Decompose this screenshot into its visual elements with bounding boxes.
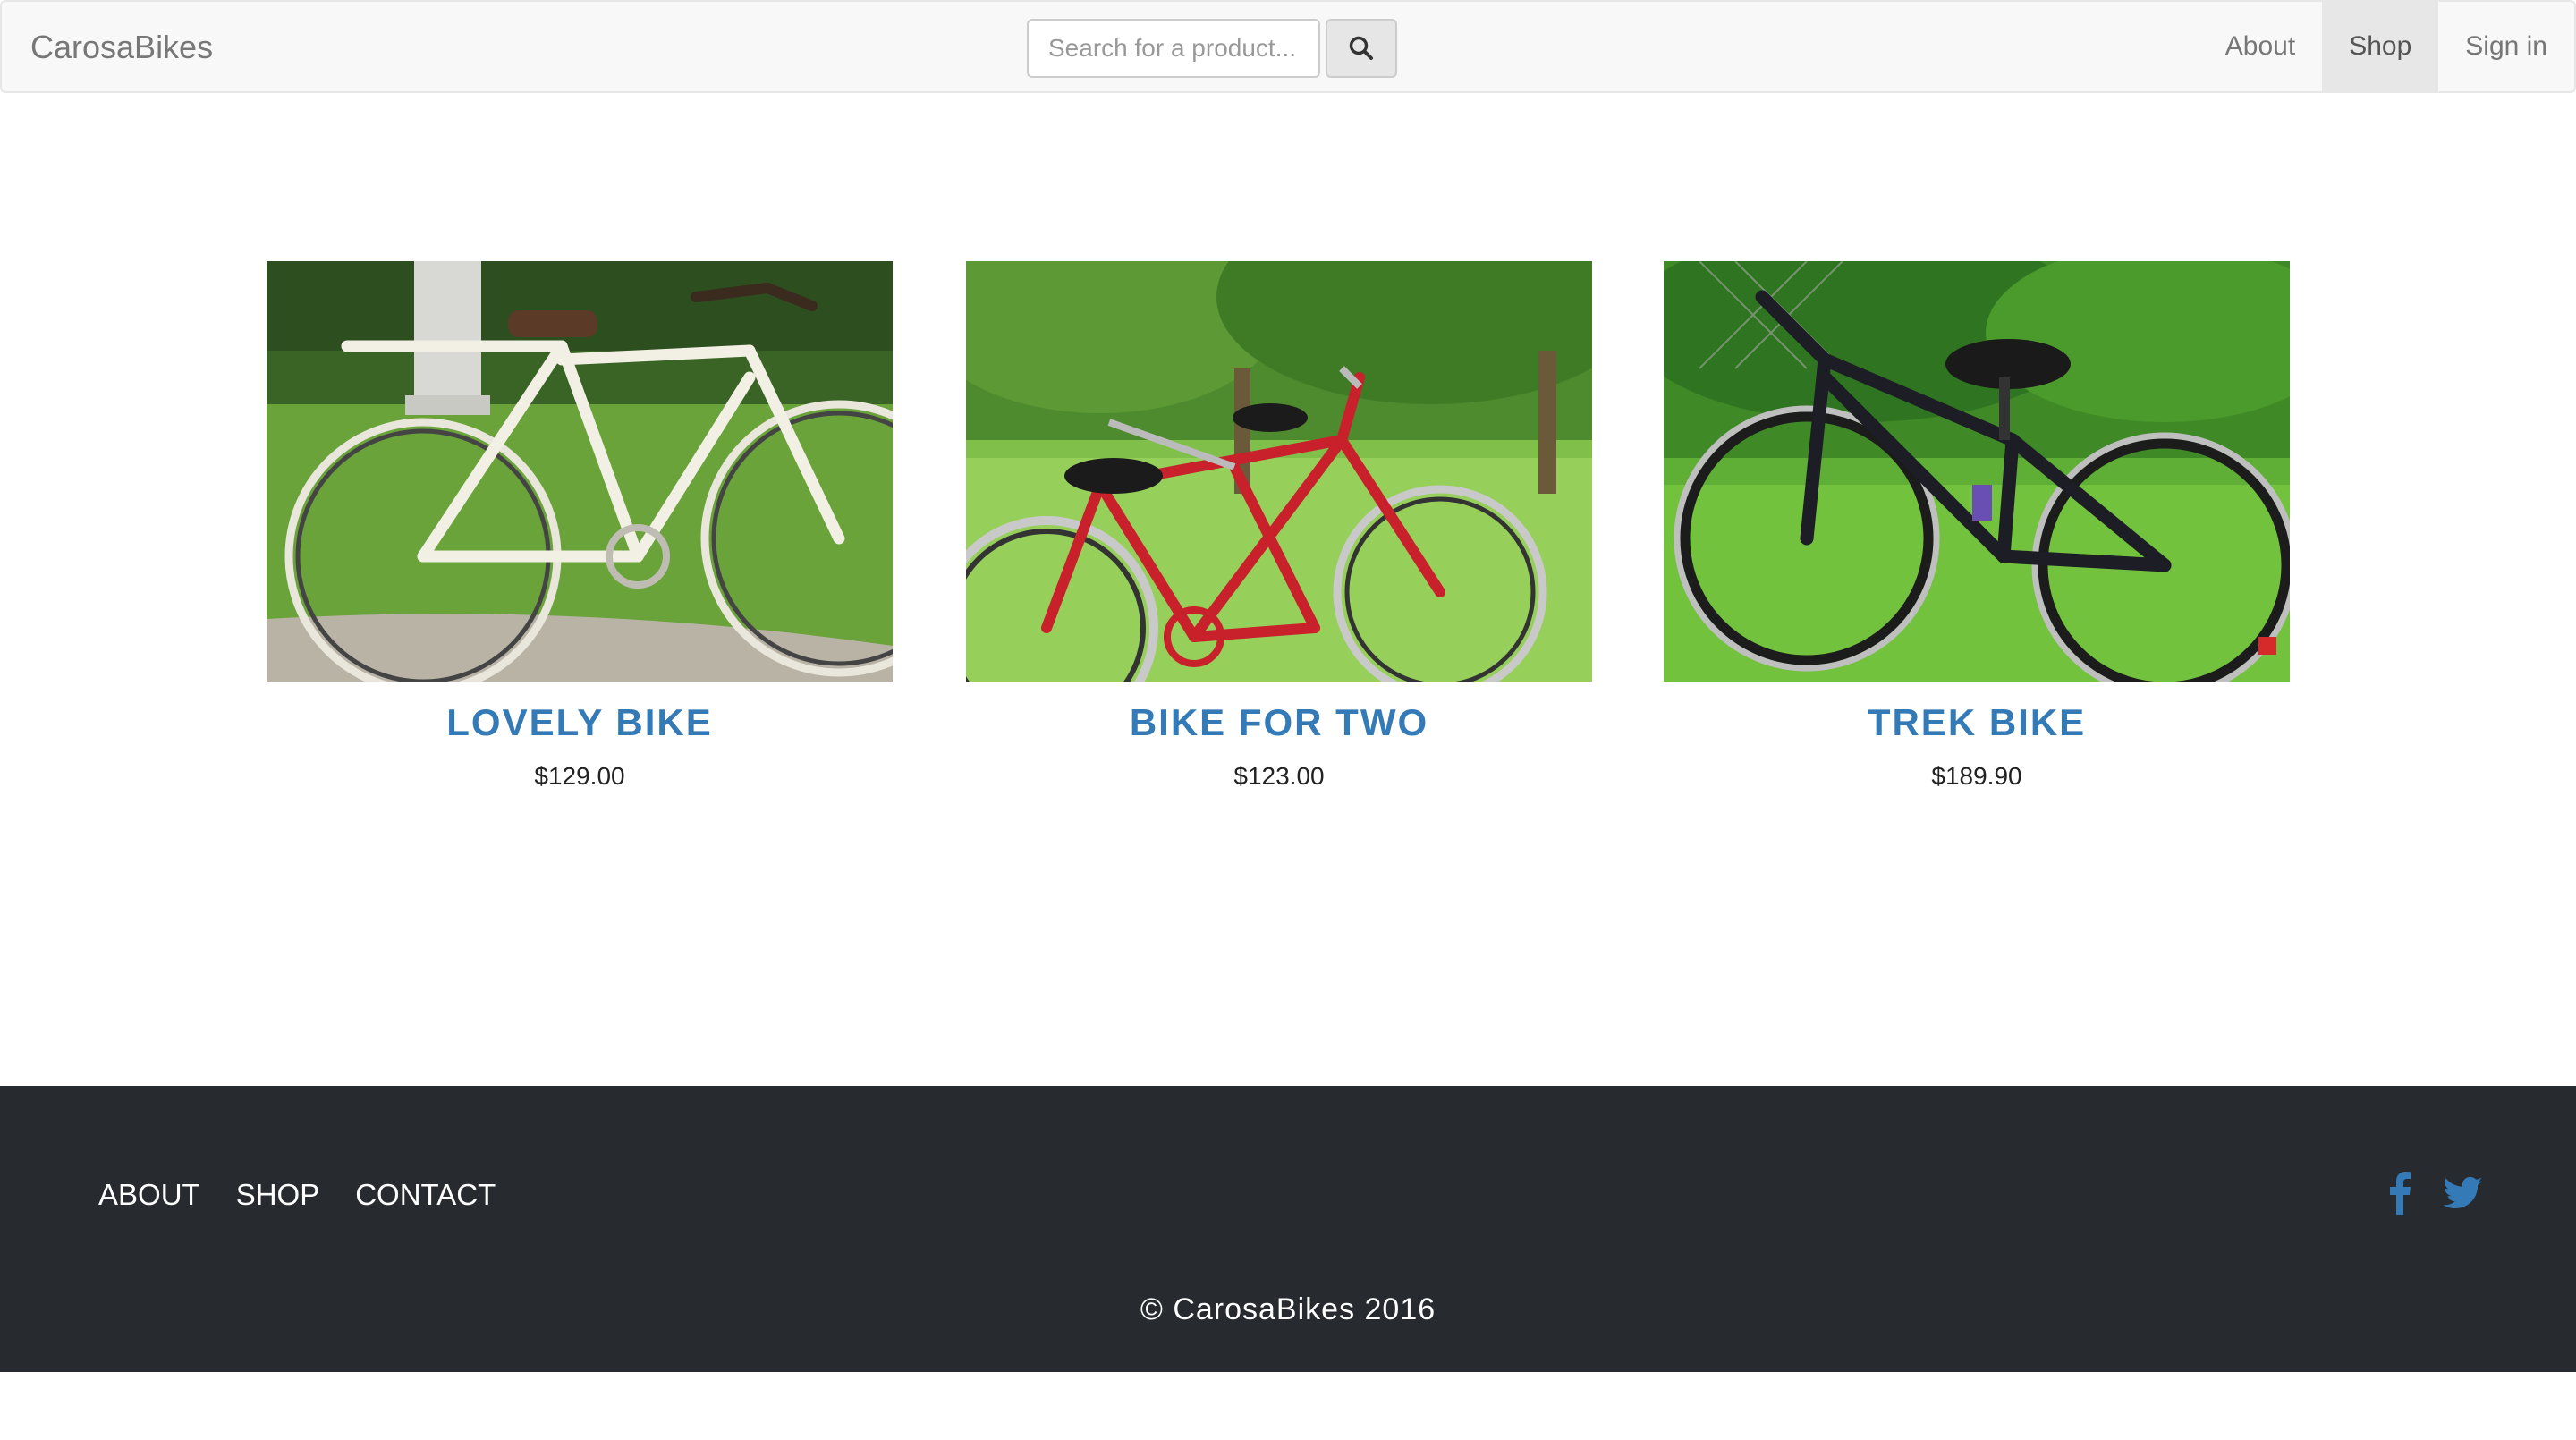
product-price: $129.00 [534, 762, 625, 790]
footer-link-contact[interactable]: CONTACT [355, 1172, 496, 1218]
product-card: LOVELY BIKE $129.00 [267, 261, 893, 794]
search-icon [1349, 36, 1373, 60]
product-name[interactable]: TREK BIKE [1664, 698, 2290, 748]
product-card: TREK BIKE $189.90 [1664, 261, 2290, 794]
nav-link-shop[interactable]: Shop [2322, 2, 2439, 91]
product-image-lovely-bike[interactable] [267, 261, 893, 682]
product-name[interactable]: LOVELY BIKE [267, 698, 893, 748]
nav-links: About Shop Sign in [2199, 2, 2574, 91]
nav-link-sign-in[interactable]: Sign in [2438, 2, 2574, 91]
search-button[interactable] [1326, 19, 1397, 78]
footer: ABOUT SHOP CONTACT © CarosaBikes 2016 [0, 1086, 2576, 1372]
product-image-trek-bike[interactable] [1664, 261, 2290, 682]
product-image-bike-for-two[interactable] [966, 261, 1592, 682]
brand-logo[interactable]: CarosaBikes [30, 27, 213, 68]
footer-social-links [2388, 1172, 2483, 1215]
footer-link-shop[interactable]: SHOP [236, 1172, 320, 1218]
footer-nav: ABOUT SHOP CONTACT [98, 1172, 496, 1218]
product-name[interactable]: BIKE FOR TWO [966, 698, 1592, 748]
facebook-icon[interactable] [2388, 1172, 2411, 1215]
product-price: $189.90 [1931, 762, 2022, 790]
search-input[interactable] [1027, 19, 1320, 78]
copyright-text: © CarosaBikes 2016 [1140, 1292, 1436, 1326]
top-navbar: CarosaBikes About Shop Sign in [0, 0, 2576, 93]
product-card: BIKE FOR TWO $123.00 [966, 261, 1592, 794]
footer-link-about[interactable]: ABOUT [98, 1172, 200, 1218]
product-price: $123.00 [1233, 762, 1325, 790]
twitter-icon[interactable] [2444, 1176, 2483, 1210]
nav-link-about[interactable]: About [2199, 2, 2322, 91]
